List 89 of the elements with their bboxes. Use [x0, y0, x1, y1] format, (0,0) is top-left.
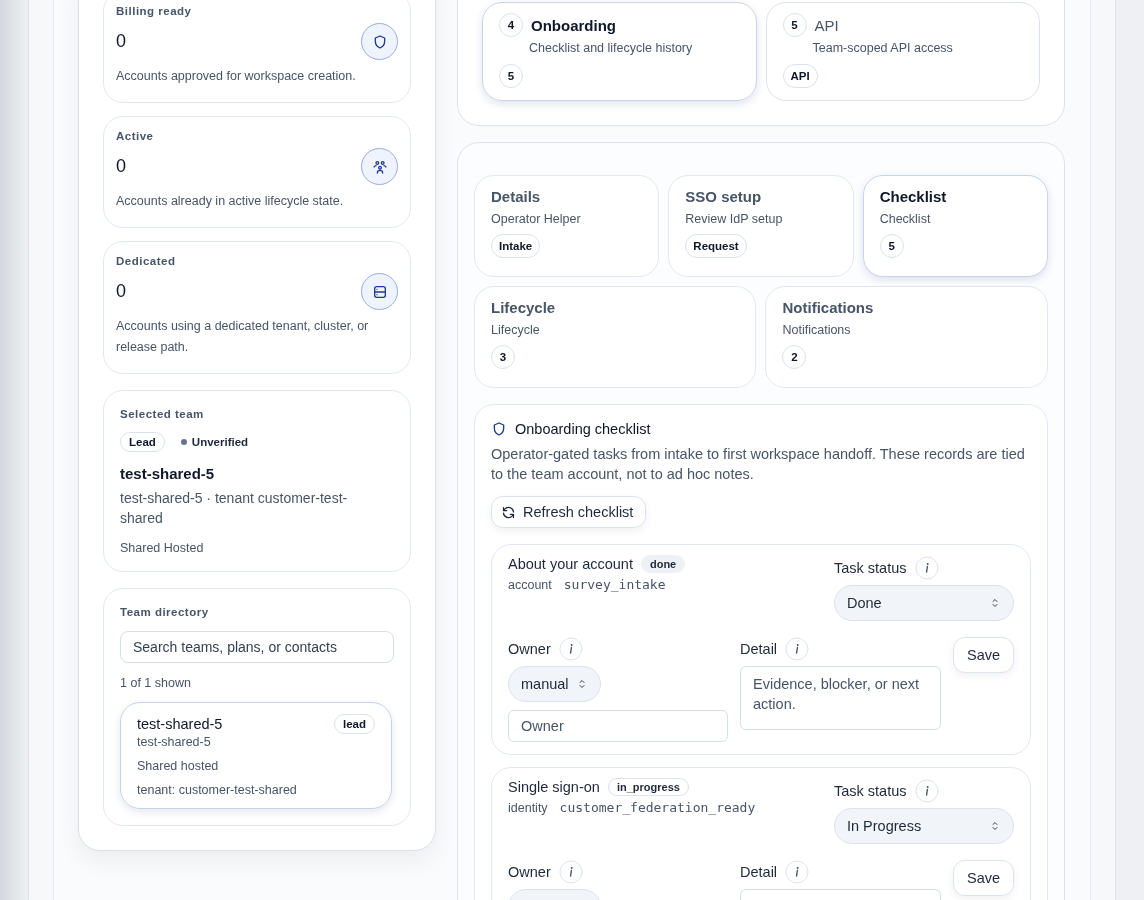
subsection-tab[interactable]: Details Operator Helper Intake	[474, 175, 660, 277]
tab-subtitle: Checklist	[879, 212, 932, 226]
stat-value: 0	[116, 281, 126, 302]
section-title: API	[814, 16, 839, 34]
tenant-label: tenant: customer-test-shared	[137, 783, 298, 797]
count-badge: 5	[499, 64, 523, 88]
tab-subtitle: Operator Helper	[491, 212, 582, 226]
checklist-title: Onboarding checklist	[515, 421, 651, 437]
count-badge: Request	[685, 234, 747, 258]
tab-subtitle: Notifications	[782, 323, 852, 337]
tab-subtitle: Lifecycle	[491, 323, 541, 337]
result-count: 1 of 1 shown	[120, 676, 192, 690]
owner-field[interactable]: Owner	[508, 710, 728, 742]
tab-title: Details	[491, 188, 542, 205]
role-badge: Lead	[120, 432, 165, 452]
field-label: Owner	[508, 641, 551, 657]
count-badge: 5	[879, 234, 904, 258]
search-field[interactable]: Search teams, plans, or contacts	[120, 631, 394, 663]
chevron-updown-icon	[989, 820, 1001, 832]
stat-value: 0	[116, 156, 126, 177]
role-badge: lead	[334, 714, 375, 734]
subsection-tab[interactable]: SSO setup Review IdP setup Request	[668, 175, 854, 277]
people-icon	[371, 158, 388, 175]
section-heading: Team directory	[120, 606, 210, 618]
info-icon	[558, 860, 583, 884]
info-icon	[914, 556, 939, 580]
hosting-label: Shared hosted	[137, 759, 220, 773]
stat-label: Dedicated	[116, 255, 177, 267]
section-title: Onboarding	[531, 16, 616, 34]
section-description: Checklist and lifecycle history	[529, 41, 694, 55]
verification-status: Unverified	[180, 436, 249, 448]
stat-description: Accounts already in active lifecycle state.	[116, 193, 345, 210]
task-title: Single sign-on	[508, 779, 600, 795]
field-label: Task status	[834, 783, 907, 799]
detail-field[interactable]: Evidence, blocker, or next action.	[740, 666, 941, 730]
status-badge: in_progress	[607, 778, 689, 796]
section-tab[interactable]: 5 API Team-scoped API access API	[765, 2, 1040, 101]
task-key: customer_federation_ready	[559, 800, 756, 815]
checklist-description: Operator-gated tasks from intake to first workspace handoff. These records are tied to the team account, not to ad hoc notes.	[491, 445, 1026, 484]
section-heading: Selected team	[120, 408, 205, 420]
save-button[interactable]: Save	[953, 637, 1014, 673]
section-tab[interactable]: 4 Onboarding Checklist and lifecycle history 5	[482, 2, 757, 101]
team-list-item[interactable]: test-shared-5 lead test-shared-5 Shared hosted tenant: customer-test-shared	[120, 702, 392, 809]
chevron-updown-icon	[576, 678, 588, 690]
hosting-label: Shared Hosted	[120, 541, 205, 555]
task-category: identity	[508, 801, 548, 815]
task-title: About your account	[508, 556, 633, 572]
owner-select[interactable]: manual	[508, 666, 601, 702]
chevron-updown-icon	[989, 597, 1001, 609]
status-select[interactable]: Done	[834, 585, 1014, 621]
stat-description: Accounts approved for workspace creation.	[116, 68, 357, 85]
count-badge: 2	[782, 345, 807, 369]
subsection-tab[interactable]: Notifications Notifications 2	[765, 286, 1048, 388]
stat-label: Billing ready	[116, 5, 193, 17]
team-name: test-shared-5	[137, 716, 223, 732]
team-slug: test-shared-5	[137, 735, 212, 749]
field-label: Owner	[508, 864, 551, 880]
section-description: Team-scoped API access	[812, 41, 954, 55]
server-icon	[371, 283, 388, 300]
tab-subtitle: Review IdP setup	[685, 212, 784, 226]
stat-value: 0	[116, 31, 126, 52]
tab-title: SSO setup	[685, 188, 763, 205]
tab-title: Checklist	[879, 188, 948, 205]
count-badge: API	[782, 64, 818, 88]
count-badge: 3	[491, 345, 515, 369]
team-name: test-shared-5	[120, 465, 216, 482]
task-key: survey_intake	[563, 577, 666, 592]
status-select[interactable]: In Progress	[834, 808, 1014, 844]
shield-icon	[491, 421, 507, 437]
stat-description: Accounts using a dedicated tenant, cluster, or release path.	[116, 318, 370, 356]
subsection-tab[interactable]: Lifecycle Lifecycle 3	[474, 286, 757, 388]
info-icon	[785, 860, 810, 884]
refresh-icon	[501, 504, 516, 520]
info-icon	[914, 779, 939, 803]
count-badge: Intake	[491, 234, 541, 258]
field-label: Detail	[740, 641, 778, 657]
refresh-button[interactable]: Refresh checklist	[491, 496, 647, 528]
team-subtitle: test-shared-5 · tenant customer-test-shared	[120, 489, 349, 528]
field-label: Detail	[740, 864, 778, 880]
subsection-tab[interactable]: Checklist Checklist 5	[862, 175, 1048, 277]
save-button[interactable]: Save	[953, 860, 1014, 896]
stat-label: Active	[116, 130, 155, 142]
info-icon	[785, 637, 810, 661]
tab-title: Lifecycle	[491, 299, 557, 316]
field-label: Task status	[834, 560, 907, 576]
task-category: account	[508, 578, 552, 592]
status-badge: done	[640, 555, 686, 573]
info-icon	[558, 637, 583, 661]
tab-title: Notifications	[782, 299, 875, 316]
